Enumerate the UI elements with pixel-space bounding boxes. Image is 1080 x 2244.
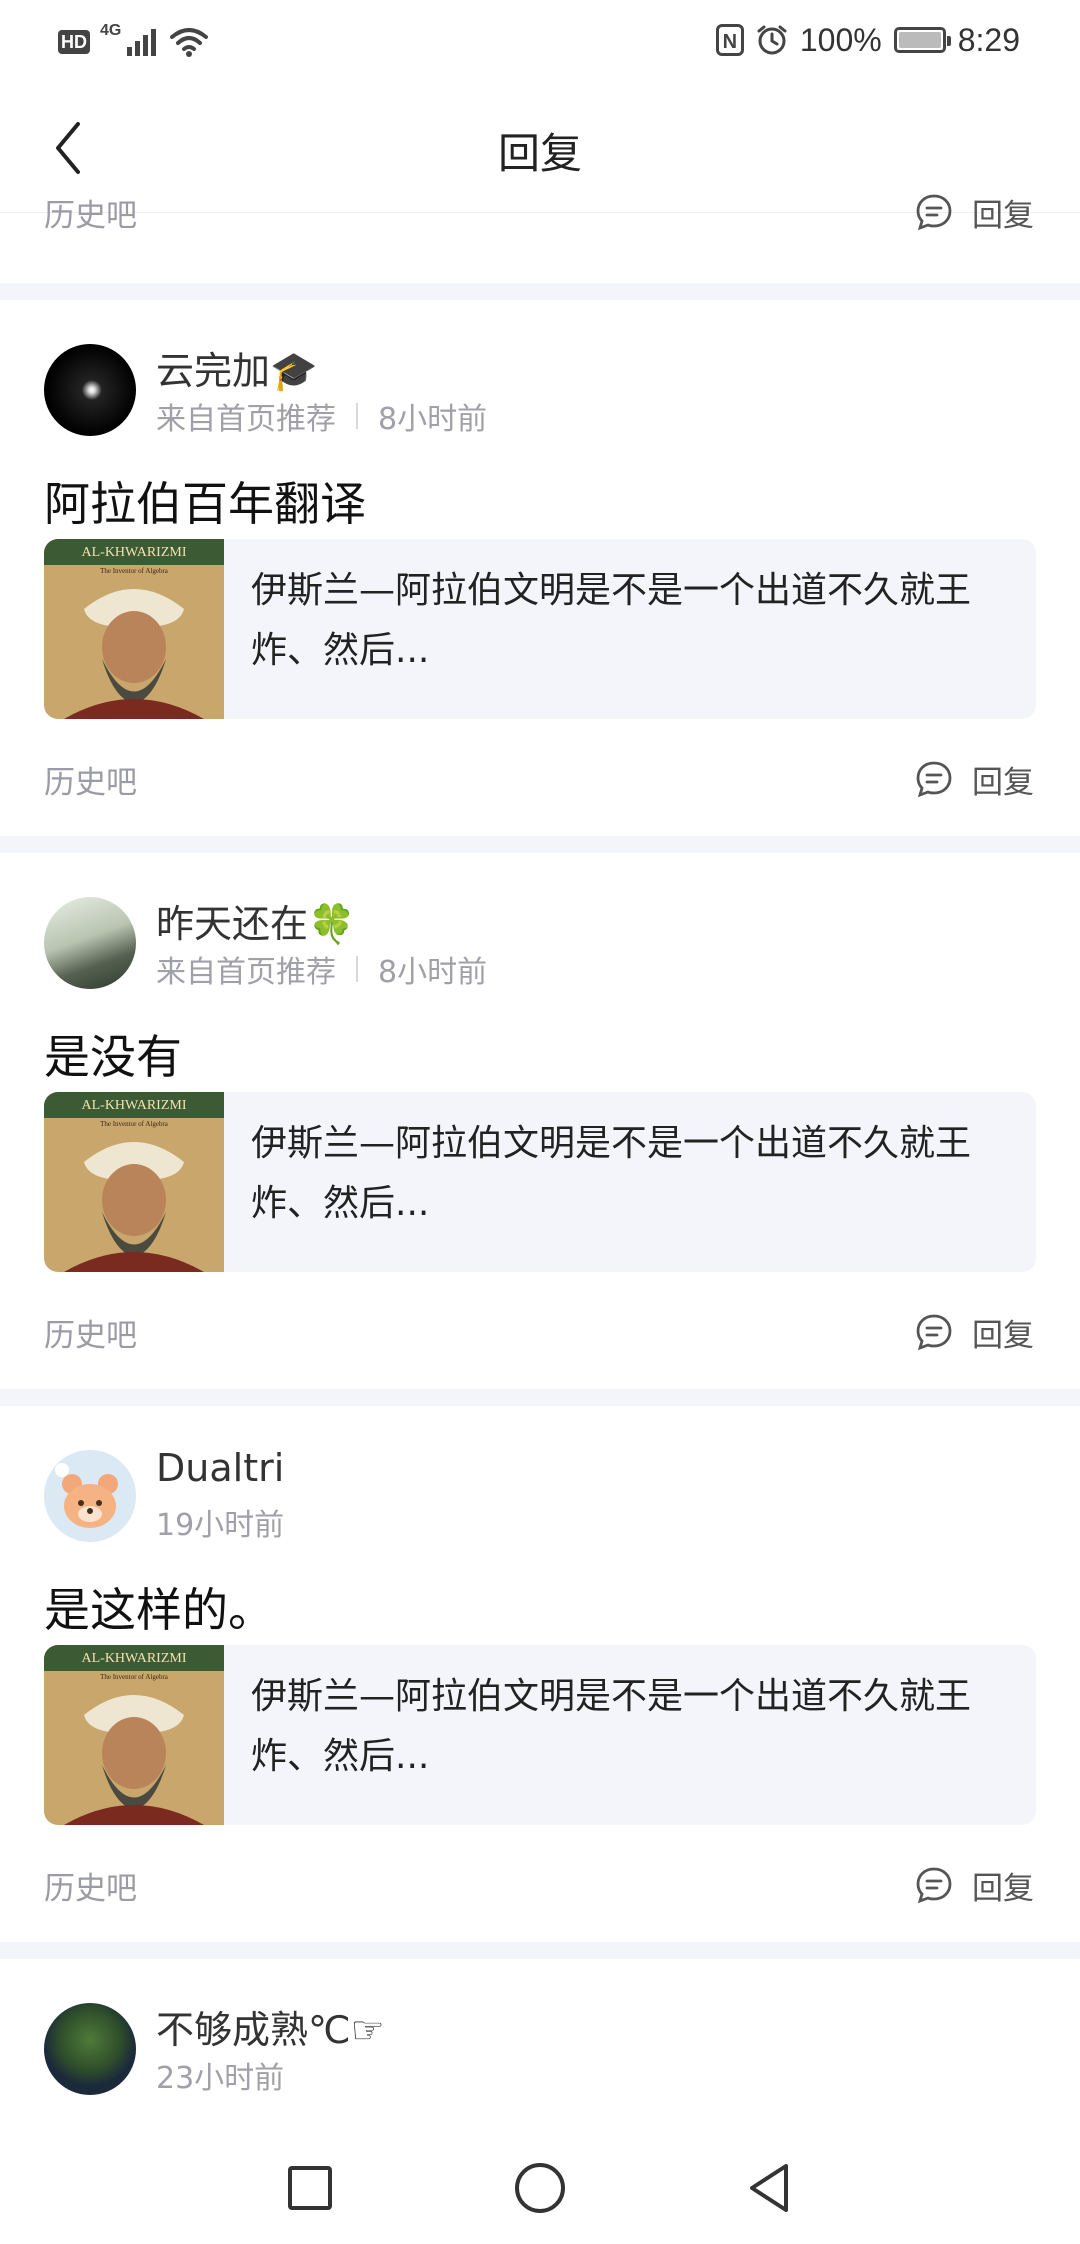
avatar[interactable] — [44, 2003, 136, 2095]
divider — [356, 403, 358, 429]
post-footer: 历史吧 回复 — [44, 1862, 1034, 1908]
thumb-caption: AL-KHWARIZMI — [82, 1651, 187, 1666]
thread-thumbnail: AL-KHWARIZMI The Inventor of Algebra — [44, 1092, 224, 1272]
status-left: HD 4G — [58, 20, 209, 64]
avatar[interactable] — [44, 1450, 136, 1542]
post-time: 19小时前 — [156, 1508, 285, 1543]
comment-icon — [916, 761, 952, 798]
source-label: 来自首页推荐 — [156, 955, 336, 990]
reply-card[interactable]: 不够成熟℃☞ 23小时前 — [0, 1959, 1080, 2128]
post-time: 23小时前 — [156, 2061, 285, 2096]
alarm-icon — [757, 25, 787, 55]
thumb-subcaption: The Inventor of Algebra — [100, 1120, 169, 1128]
divider — [356, 956, 358, 982]
reply-text: 是这样的。 — [44, 1583, 274, 1637]
clock: 8:29 — [957, 21, 1020, 58]
reply-card[interactable]: Dualtri 19小时前 是这样的。 AL-KHWARIZMI The Inv… — [0, 1406, 1080, 1942]
thread-thumbnail: AL-KHWARIZMI The Inventor of Algebra — [44, 1645, 224, 1825]
username[interactable]: Dualtri — [156, 1446, 284, 1490]
square-icon[interactable] — [270, 2148, 350, 2228]
thumb-subcaption: The Inventor of Algebra — [100, 1673, 169, 1681]
partial-post-footer: 历史吧 回复 — [0, 194, 1080, 283]
post-footer: 历史吧 回复 — [44, 194, 1034, 234]
reply-button[interactable]: 回复 — [914, 1863, 1034, 1908]
reply-label: 回复 — [972, 1870, 1034, 1907]
forum-link[interactable]: 历史吧 — [44, 1310, 137, 1355]
battery-level — [898, 32, 941, 48]
username[interactable]: 云完加🎓 — [156, 340, 317, 395]
username[interactable]: 不够成熟℃☞ — [156, 1999, 385, 2054]
reply-label: 回复 — [972, 197, 1034, 234]
reply-button[interactable]: 回复 — [914, 190, 1034, 235]
comment-icon — [916, 1867, 952, 1904]
thumb-caption: AL-KHWARIZMI — [82, 1098, 187, 1113]
reply-card[interactable]: 昨天还在🍀 来自首页推荐 8小时前 是没有 AL-KHWARIZMI The I… — [0, 853, 1080, 1389]
reply-text: 是没有 — [44, 1030, 182, 1084]
thread-thumbnail: AL-KHWARIZMI The Inventor of Algebra — [44, 539, 224, 719]
reply-card[interactable]: 云完加🎓 来自首页推荐 8小时前 阿拉伯百年翻译 AL-KHWARIZMI Th… — [0, 300, 1080, 836]
quoted-thread-title: 伊斯兰—阿拉伯文明是不是一个出道不久就王炸、然后... — [251, 570, 972, 671]
post-meta: 19小时前 — [156, 1500, 284, 1544]
hd-badge: HD — [58, 30, 90, 54]
status-bar: HD 4G N 100% 8:29 — [0, 0, 1080, 84]
quoted-thread-title: 伊斯兰—阿拉伯文明是不是一个出道不久就王炸、然后... — [251, 1123, 972, 1224]
circle-icon[interactable] — [500, 2148, 580, 2228]
comment-icon — [916, 1314, 952, 1351]
post-meta: 23小时前 — [156, 2053, 284, 2097]
reply-text: 阿拉伯百年翻译 — [44, 477, 366, 531]
page-title: 回复 — [497, 129, 582, 178]
quoted-thread[interactable]: AL-KHWARIZMI The Inventor of Algebra 伊斯兰… — [44, 539, 1036, 719]
quoted-thread[interactable]: AL-KHWARIZMI The Inventor of Algebra 伊斯兰… — [44, 1092, 1036, 1272]
post-meta: 来自首页推荐 8小时前 — [156, 947, 487, 991]
nfc-icon: N — [715, 24, 744, 56]
forum-link[interactable]: 历史吧 — [44, 1863, 137, 1908]
post-time: 8小时前 — [378, 402, 488, 437]
post-footer: 历史吧 回复 — [44, 756, 1034, 802]
comment-icon — [916, 194, 952, 231]
username[interactable]: 昨天还在🍀 — [156, 893, 355, 948]
avatar[interactable] — [44, 897, 136, 989]
quoted-thread-title: 伊斯兰—阿拉伯文明是不是一个出道不久就王炸、然后... — [251, 1676, 972, 1777]
forum-link[interactable]: 历史吧 — [44, 190, 137, 235]
wifi-icon — [170, 28, 209, 57]
battery-percent: 100% — [799, 21, 882, 58]
thumb-subcaption: The Inventor of Algebra — [100, 567, 169, 575]
battery-icon — [893, 27, 951, 53]
status-right: N 100% 8:29 — [715, 18, 1020, 62]
reply-label: 回复 — [972, 1317, 1034, 1354]
reply-button[interactable]: 回复 — [914, 1310, 1034, 1355]
post-meta: 来自首页推荐 8小时前 — [156, 394, 487, 438]
signal-icon — [127, 29, 157, 56]
triangle-back-icon[interactable] — [730, 2148, 810, 2228]
thumb-caption: AL-KHWARIZMI — [82, 545, 187, 560]
network-type: 4G — [100, 22, 122, 39]
quoted-thread[interactable]: AL-KHWARIZMI The Inventor of Algebra 伊斯兰… — [44, 1645, 1036, 1825]
reply-button[interactable]: 回复 — [914, 757, 1034, 802]
reply-label: 回复 — [972, 764, 1034, 801]
forum-link[interactable]: 历史吧 — [44, 757, 137, 802]
system-nav-bar — [0, 2128, 1080, 2244]
post-time: 8小时前 — [378, 955, 488, 990]
post-footer: 历史吧 回复 — [44, 1309, 1034, 1355]
avatar[interactable] — [44, 344, 136, 436]
source-label: 来自首页推荐 — [156, 402, 336, 437]
bear-avatar-icon — [55, 1463, 118, 1528]
